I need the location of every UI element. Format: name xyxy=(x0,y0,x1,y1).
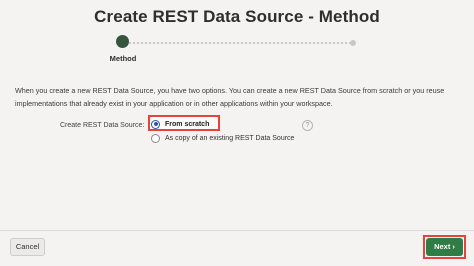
radio-button-from-scratch[interactable] xyxy=(151,119,160,129)
radio-label-from-scratch[interactable]: From scratch xyxy=(165,121,209,128)
radio-option-copy-existing[interactable]: As copy of an existing REST Data Source xyxy=(151,131,294,145)
chevron-right-icon: › xyxy=(452,242,455,251)
create-method-label: Create REST Data Source: xyxy=(60,122,145,129)
dialog-title: Create REST Data Source - Method xyxy=(94,7,380,26)
footer-divider xyxy=(0,230,474,231)
description-text: When you create a new REST Data Source, … xyxy=(15,86,445,108)
wizard-step-label: Method xyxy=(109,54,137,63)
wizard-step-current-marker xyxy=(116,35,129,48)
create-method-radio-group: From scratch As copy of an existing REST… xyxy=(148,115,328,147)
wizard-progress-line xyxy=(129,42,355,44)
wizard-progress-track xyxy=(129,42,355,44)
next-button-label: Next xyxy=(434,242,451,251)
next-button[interactable]: Next › xyxy=(426,238,463,256)
help-icon[interactable]: ? xyxy=(302,120,313,131)
radio-button-copy-existing[interactable] xyxy=(151,133,160,143)
radio-option-from-scratch[interactable]: From scratch xyxy=(151,117,209,131)
wizard-step-upcoming-marker xyxy=(350,40,356,46)
radio-label-copy-existing[interactable]: As copy of an existing REST Data Source xyxy=(165,135,294,142)
cancel-button[interactable]: Cancel xyxy=(10,238,45,256)
